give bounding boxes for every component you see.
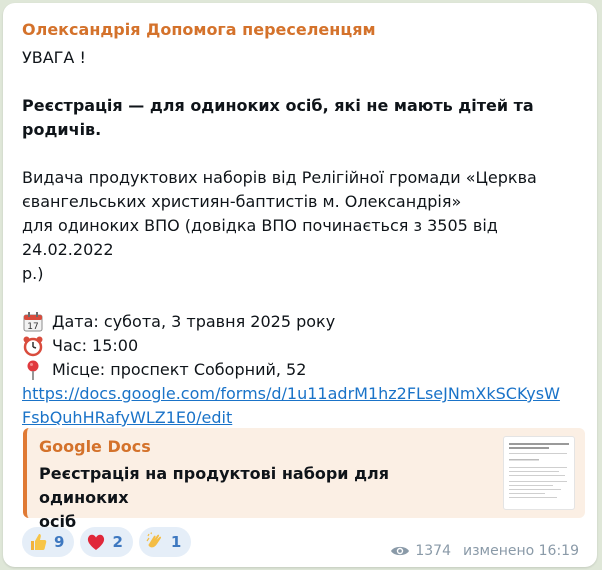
registration-line-2: родичів. bbox=[22, 120, 102, 139]
reaction-heart[interactable]: 2 bbox=[80, 527, 133, 557]
pin-icon bbox=[27, 360, 39, 380]
reaction-thumbs-up-count: 9 bbox=[54, 533, 65, 551]
edited-timestamp: изменено 16:19 bbox=[463, 543, 579, 559]
reaction-heart-count: 2 bbox=[112, 533, 123, 551]
channel-name[interactable]: Олександрія Допомога переселенцям bbox=[22, 20, 376, 39]
document-thumbnail-icon bbox=[509, 443, 569, 498]
reaction-thumbs-up[interactable]: 9 bbox=[22, 527, 75, 557]
preview-site-name: Google Docs bbox=[39, 437, 151, 456]
alarm-clock-icon bbox=[23, 336, 43, 357]
reactions-bar: 9 2 1 bbox=[22, 527, 192, 557]
thumbs-up-icon bbox=[31, 534, 47, 550]
form-link-line-1[interactable]: https://docs.google.com/forms/d/1u11adrM… bbox=[22, 382, 588, 406]
reaction-clap-count: 1 bbox=[170, 533, 182, 551]
body-line-4: р.) bbox=[22, 264, 44, 283]
preview-title-line-1: Реєстрація на продуктові набори для один… bbox=[39, 464, 389, 507]
body-line-1: Видача продуктових наборів від Релігійно… bbox=[22, 168, 537, 187]
reaction-clap[interactable]: 1 bbox=[138, 527, 192, 557]
message-text: УВАГА ! Реєстрація — для одиноких осіб, … bbox=[22, 46, 588, 430]
date-line: 17 Дата: субота, 3 травня 2025 року bbox=[22, 310, 588, 334]
views-count: 1374 bbox=[415, 543, 451, 559]
body-line-3: для одиноких ВПО (довідка ВПО починаєтьс… bbox=[22, 216, 498, 259]
place-line: Місце: проспект Соборний, 52 bbox=[22, 358, 588, 382]
form-link-line-2[interactable]: FsbQuhHRafyWLZ1E0/edit bbox=[22, 406, 588, 430]
body-line-2: євангельських християн-баптистів м. Олек… bbox=[22, 192, 462, 211]
place-text: Місце: проспект Соборний, 52 bbox=[52, 360, 307, 379]
svg-text:17: 17 bbox=[27, 322, 38, 332]
message-meta: 1374 изменено 16:19 bbox=[390, 543, 579, 559]
link-preview[interactable]: Google Docs Реєстрація на продуктові наб… bbox=[23, 428, 585, 531]
calendar-icon: 17 bbox=[23, 312, 43, 332]
time-text: Час: 15:00 bbox=[52, 336, 139, 355]
registration-line-1: Реєстрація — для одиноких осіб, які не м… bbox=[22, 96, 534, 115]
preview-title: Реєстрація на продуктові набори для один… bbox=[39, 462, 479, 534]
clapping-hands-icon bbox=[146, 532, 161, 548]
message-bubble: Олександрія Допомога переселенцям УВАГА … bbox=[3, 3, 597, 567]
heart-icon bbox=[88, 534, 105, 550]
preview-thumbnail bbox=[503, 436, 575, 510]
date-text: Дата: субота, 3 травня 2025 року bbox=[52, 312, 336, 331]
attention-line: УВАГА ! bbox=[22, 48, 86, 67]
eye-icon bbox=[391, 546, 410, 556]
time-line: Час: 15:00 bbox=[22, 334, 588, 358]
